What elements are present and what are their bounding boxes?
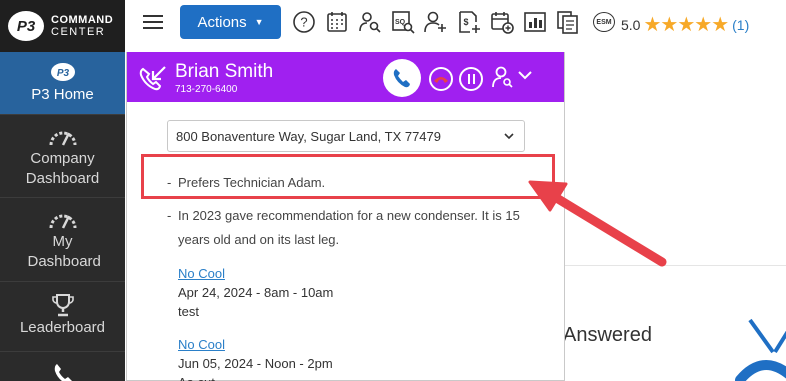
- svg-text:?: ?: [300, 15, 307, 30]
- esm-icon[interactable]: ESM: [593, 12, 615, 32]
- gauge-icon: [48, 206, 78, 232]
- caller-name: Brian Smith: [175, 61, 274, 82]
- phone-icon: [393, 69, 410, 88]
- rating-value: 5.0: [621, 16, 641, 33]
- trophy-icon: [51, 292, 74, 318]
- hang-up-icon: [434, 77, 448, 83]
- appointment-time: Apr 24, 2024 - 8am - 10am: [178, 285, 334, 300]
- appointment-link[interactable]: No Cool: [178, 335, 333, 354]
- sidebar-item-label: Company Dashboard: [25, 150, 100, 187]
- sidebar-item-label: My Dashboard: [27, 233, 101, 270]
- add-user-icon[interactable]: [424, 10, 448, 34]
- phone-icon: [52, 361, 74, 381]
- logo-line2: CENTER: [51, 26, 106, 38]
- pause-icon-bar: [472, 74, 475, 84]
- logo-line1: COMMAND: [51, 14, 114, 26]
- call-panel: Brian Smith 713-270-6400 800 Bonaventure…: [126, 52, 565, 381]
- incoming-call-icon: [139, 66, 166, 91]
- svg-text:$: $: [463, 17, 468, 27]
- sidebar-item-company-dashboard[interactable]: Company Dashboard: [0, 116, 125, 198]
- appointment-note: Aa cut: [178, 373, 333, 381]
- answer-call-button[interactable]: [383, 59, 421, 97]
- p3-logo-icon: P3: [50, 59, 76, 85]
- customer-note: - In 2023 gave recommendation for a new …: [167, 204, 527, 252]
- sidebar-item-calls[interactable]: [0, 353, 125, 381]
- appointment-time: Jun 05, 2024 - Noon - 2pm: [178, 356, 333, 371]
- sq-search-icon[interactable]: SQ: [391, 10, 415, 34]
- rating-stars: ★★★★★: [643, 14, 729, 36]
- app-root: Answered P3 COMMAND CENTER P3 P3 Home Co…: [0, 0, 786, 381]
- address-value: 800 Bonaventure Way, Sugar Land, TX 7747…: [176, 128, 441, 144]
- top-bar: Actions ▼ ? SQ $ ESM 5.0 ★★★★★ (1): [125, 0, 786, 44]
- sidebar-item-p3-home[interactable]: P3 P3 Home: [0, 52, 125, 115]
- add-invoice-icon[interactable]: $: [457, 10, 481, 34]
- appointment-link[interactable]: No Cool: [178, 264, 333, 283]
- hang-up-button[interactable]: [429, 67, 453, 91]
- bar-chart-icon[interactable]: [523, 10, 547, 34]
- hold-button[interactable]: [459, 67, 483, 91]
- caret-down-icon: ▼: [254, 17, 264, 27]
- copy-icon[interactable]: [556, 10, 580, 34]
- app-logo[interactable]: P3 COMMAND CENTER: [0, 0, 125, 52]
- chevron-down-icon: [504, 133, 514, 140]
- calendar-icon[interactable]: [325, 10, 349, 34]
- pause-icon: [467, 74, 470, 84]
- user-search-icon[interactable]: [491, 65, 515, 89]
- svg-text:P3: P3: [56, 68, 69, 79]
- svg-text:SQ: SQ: [395, 19, 406, 26]
- answered-label: Answered: [563, 324, 652, 346]
- phone-icon: [735, 310, 786, 381]
- appointment-item: No Cool Jun 05, 2024 - Noon - 2pm Aa cut: [178, 335, 333, 381]
- help-icon[interactable]: ?: [292, 10, 316, 34]
- sidebar-item-label: Leaderboard: [19, 319, 106, 336]
- gauge-icon: [48, 123, 78, 149]
- highlight-box: [141, 154, 555, 199]
- actions-button[interactable]: Actions ▼: [180, 5, 281, 39]
- sidebar-item-my-dashboard[interactable]: My Dashboard: [0, 199, 125, 282]
- customer-search-icon[interactable]: [358, 10, 382, 34]
- menu-icon[interactable]: [143, 15, 163, 30]
- annotation-arrow: [528, 180, 667, 267]
- caller-phone: 713-270-6400: [175, 84, 238, 95]
- call-details: 800 Bonaventure Way, Sugar Land, TX 7747…: [127, 102, 564, 381]
- actions-label: Actions: [197, 13, 247, 31]
- sidebar-item-leaderboard[interactable]: Leaderboard: [0, 283, 125, 352]
- sidebar: P3 COMMAND CENTER P3 P3 Home Company Das…: [0, 0, 125, 381]
- sidebar-item-label: P3 Home: [31, 86, 94, 103]
- appointment-note: test: [178, 304, 199, 319]
- add-calendar-icon[interactable]: [490, 10, 514, 34]
- logo-text: COMMAND CENTER: [51, 14, 113, 38]
- call-header: Brian Smith 713-270-6400: [127, 52, 564, 102]
- rating-count[interactable]: (1): [732, 17, 749, 33]
- logo-mark: P3: [8, 11, 44, 41]
- note-bullet: -: [167, 208, 172, 223]
- chevron-down-icon[interactable]: [517, 69, 533, 81]
- address-select[interactable]: 800 Bonaventure Way, Sugar Land, TX 7747…: [167, 120, 525, 152]
- appointment-item: No Cool Apr 24, 2024 - 8am - 10am test: [178, 264, 333, 321]
- rating[interactable]: 5.0 ★★★★★ (1): [621, 12, 749, 37]
- note-text: In 2023 gave recommendation for a new co…: [178, 208, 520, 247]
